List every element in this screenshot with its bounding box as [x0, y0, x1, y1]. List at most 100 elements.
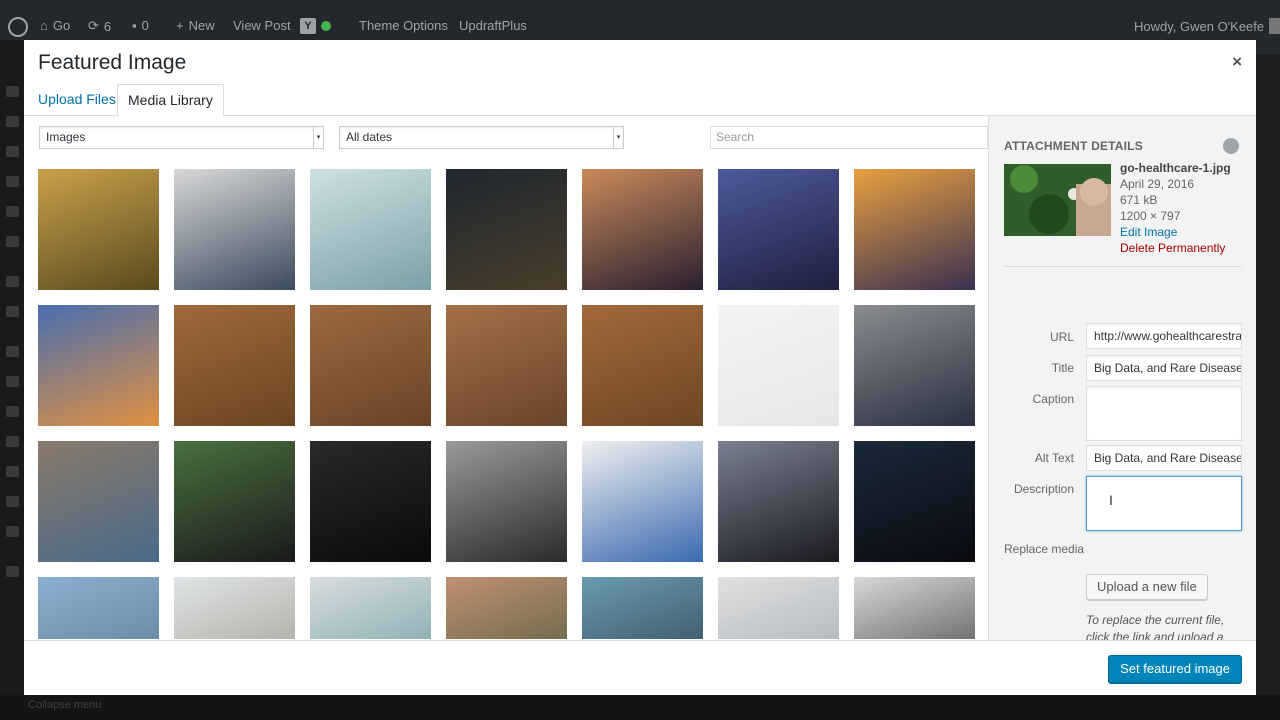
translate-icon	[6, 526, 19, 537]
media-thumbnail[interactable]	[854, 441, 975, 562]
media-thumbnail[interactable]	[718, 441, 839, 562]
media-thumbnail[interactable]	[718, 305, 839, 426]
modal-title: Featured Image	[38, 51, 187, 74]
description-label: Description	[1013, 482, 1074, 496]
media-thumbnail[interactable]	[38, 169, 159, 290]
media-thumbnail[interactable]	[446, 305, 567, 426]
plus-icon: +	[176, 18, 184, 33]
media-thumbnail[interactable]	[174, 169, 295, 290]
media-thumbnail[interactable]	[718, 169, 839, 290]
alt-text-field[interactable]: Big Data, and Rare Diseases	[1086, 445, 1242, 471]
modal-footer: Set featured image	[24, 640, 1256, 695]
text-cursor-icon: I	[1109, 492, 1113, 508]
plugins-icon	[6, 306, 19, 317]
media-type-filter[interactable]: Images ▾	[39, 126, 324, 149]
alt-text-label: Alt Text	[1034, 451, 1074, 465]
media-thumbnail[interactable]	[38, 441, 159, 562]
url-label: URL	[1049, 330, 1074, 344]
dropdown-arrow-icon: ▾	[313, 127, 323, 148]
media-thumbnail[interactable]	[582, 577, 703, 639]
tab-media-library[interactable]: Media Library	[117, 84, 224, 117]
replace-media-label: Replace media	[1004, 542, 1085, 556]
media-thumbnail[interactable]	[174, 305, 295, 426]
media-thumbnail[interactable]	[582, 169, 703, 290]
caption-field[interactable]	[1086, 386, 1242, 441]
collapse-icon	[6, 566, 19, 577]
attachment-details-heading: ATTACHMENT DETAILS	[1004, 139, 1143, 153]
featured-image-modal: Featured Image × Upload Files Media Libr…	[24, 40, 1256, 695]
attachment-filename: go-healthcare-1.jpg	[1120, 161, 1231, 175]
admin-sidebar-background	[0, 40, 24, 720]
wordpress-logo-icon[interactable]	[8, 17, 28, 37]
dropdown-arrow-icon: ▾	[613, 127, 623, 148]
delete-permanently-link[interactable]: Delete Permanently	[1120, 240, 1231, 256]
tools-icon	[6, 376, 19, 387]
backup-icon	[6, 466, 19, 477]
grid-icon	[6, 496, 19, 507]
media-thumbnail[interactable]	[854, 577, 975, 639]
media-thumbnail[interactable]	[310, 169, 431, 290]
upload-new-file-button[interactable]: Upload a new file	[1086, 574, 1208, 600]
account-menu[interactable]: Howdy, Gwen O'Keefe	[1134, 18, 1280, 34]
media-thumbnail[interactable]	[174, 577, 295, 639]
media-thumbnail[interactable]	[582, 305, 703, 426]
media-thumbnail[interactable]	[446, 577, 567, 639]
edit-image-link[interactable]: Edit Image	[1120, 224, 1231, 240]
users-icon	[6, 346, 19, 357]
set-featured-image-button[interactable]: Set featured image	[1108, 655, 1242, 683]
search-input[interactable]: Search	[710, 126, 988, 149]
media-thumbnail[interactable]	[310, 305, 431, 426]
media-thumbnail[interactable]	[174, 441, 295, 562]
replace-help-text: To replace the current file, click the l…	[1086, 613, 1225, 640]
close-icon[interactable]: ×	[1232, 52, 1242, 72]
tab-upload-files[interactable]: Upload Files	[28, 84, 126, 117]
media-thumbnail[interactable]	[854, 305, 975, 426]
media-thumbnail[interactable]	[310, 441, 431, 562]
comments-icon	[6, 176, 19, 187]
updates-link[interactable]: ⟳ 6	[88, 18, 111, 34]
home-icon: ⌂	[40, 18, 48, 33]
pin-icon	[6, 206, 19, 217]
media-thumbnail[interactable]	[582, 441, 703, 562]
updraftplus-link[interactable]: UpdraftPlus	[459, 18, 527, 33]
seo-icon	[6, 436, 19, 447]
comments-link[interactable]: ▪ 0	[132, 18, 149, 33]
attachment-date: April 29, 2016	[1120, 177, 1195, 191]
posts-icon	[6, 86, 19, 97]
title-field[interactable]: Big Data, and Rare Diseases	[1086, 355, 1242, 381]
date-filter[interactable]: All dates ▾	[339, 126, 624, 149]
url-field[interactable]: http://www.gohealthcarestrategies.com/wp…	[1086, 323, 1242, 349]
settings-icon	[6, 406, 19, 417]
media-thumbnail[interactable]	[38, 305, 159, 426]
media-thumbnail[interactable]	[718, 577, 839, 639]
collapse-menu-text: Collapse menu	[28, 699, 102, 711]
mail-icon	[6, 236, 19, 247]
media-icon	[6, 116, 19, 127]
media-thumbnail[interactable]	[446, 169, 567, 290]
theme-options-link[interactable]: Theme Options	[359, 18, 448, 33]
attachment-info: go-healthcare-1.jpg April 29, 2016 671 k…	[1120, 160, 1231, 256]
media-thumbnail[interactable]	[446, 441, 567, 562]
pages-icon	[6, 146, 19, 157]
yoast-link[interactable]: Y	[300, 18, 331, 34]
new-content-link[interactable]: + New	[176, 18, 215, 33]
attachment-details-panel: ATTACHMENT DETAILS go-healthcare-1.jpg A…	[988, 116, 1256, 640]
settings-toggle-icon[interactable]	[1223, 138, 1239, 154]
attachment-size: 671 kB	[1120, 193, 1158, 207]
attachment-dimensions: 1200 × 797	[1120, 209, 1181, 223]
media-grid	[38, 169, 983, 639]
media-thumbnail[interactable]	[310, 577, 431, 639]
yoast-icon: Y	[300, 18, 316, 34]
comment-icon: ▪	[132, 18, 137, 33]
title-label: Title	[1051, 361, 1074, 375]
attachment-thumbnail	[1004, 164, 1111, 236]
site-name-link[interactable]: ⌂ Go	[40, 18, 70, 33]
description-field[interactable]: I	[1086, 476, 1242, 531]
media-thumbnail[interactable]	[854, 169, 975, 290]
view-post-link[interactable]: View Post	[233, 18, 291, 33]
seo-status-dot-icon	[321, 21, 331, 31]
media-thumbnail[interactable]	[38, 577, 159, 639]
refresh-icon: ⟳	[88, 18, 99, 33]
avatar	[1269, 18, 1280, 34]
divider	[1004, 266, 1242, 267]
